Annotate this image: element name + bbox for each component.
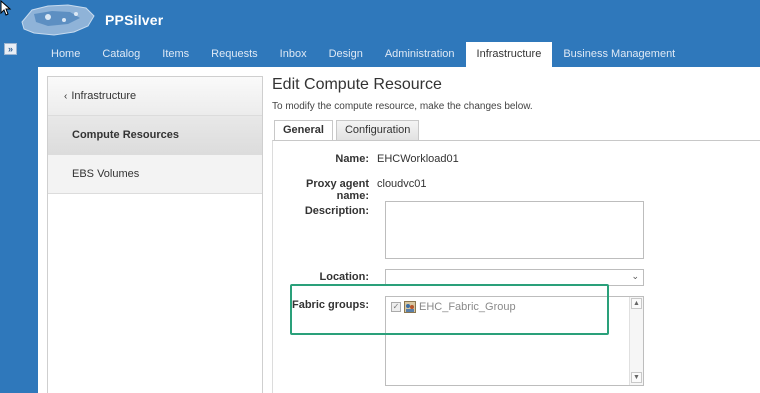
- page-description: To modify the compute resource, make the…: [272, 101, 533, 112]
- location-row: Location:: [273, 271, 377, 283]
- sidebar-item-label: Infrastructure: [71, 90, 137, 102]
- sidebar-item-ebs-volumes[interactable]: EBS Volumes: [48, 155, 262, 194]
- sidebar-item-infrastructure[interactable]: ‹ Infrastructure: [48, 77, 262, 116]
- location-label: Location:: [319, 271, 370, 283]
- brand-logo: [21, 4, 95, 36]
- nav-tab-items[interactable]: Items: [151, 42, 200, 67]
- proxy-agent-value: cloudvc01: [377, 178, 427, 190]
- sidebar-item-compute-resources[interactable]: Compute Resources: [48, 116, 262, 155]
- description-label: Description:: [304, 205, 369, 217]
- nav-tab-home[interactable]: Home: [40, 42, 91, 67]
- name-value: EHCWorkload01: [377, 153, 459, 165]
- chevron-left-icon: ‹: [64, 91, 68, 102]
- expand-sidebar-button[interactable]: »: [4, 43, 17, 55]
- sidebar-item-label: Compute Resources: [72, 129, 179, 141]
- tab-general[interactable]: General: [274, 120, 333, 141]
- nav-tab-design[interactable]: Design: [318, 42, 374, 67]
- nav-tab-business-management[interactable]: Business Management: [552, 42, 686, 67]
- page-title: Edit Compute Resource: [272, 76, 442, 93]
- tab-configuration[interactable]: Configuration: [335, 120, 420, 140]
- nav-tab-catalog[interactable]: Catalog: [91, 42, 151, 67]
- name-label: Name:: [335, 153, 369, 165]
- scrollbar[interactable]: ▲ ▼: [629, 297, 643, 385]
- brand-name[interactable]: PPSilver: [105, 12, 163, 28]
- mouse-cursor-icon: [0, 0, 12, 16]
- form-panel: Name: EHCWorkload01 Proxy agent name: cl…: [272, 140, 760, 393]
- main-nav: Home Catalog Items Requests Inbox Design…: [40, 42, 686, 67]
- sidebar: ‹ Infrastructure Compute Resources EBS Vo…: [47, 76, 263, 393]
- description-row: Description:: [273, 205, 377, 217]
- fabric-groups-highlight: [290, 284, 609, 335]
- left-gutter: [0, 67, 38, 393]
- description-field[interactable]: [385, 201, 644, 259]
- proxy-row: Proxy agent name: cloudvc01: [273, 178, 427, 202]
- form-tabs: General Configuration: [274, 120, 420, 141]
- scroll-up-icon[interactable]: ▲: [631, 298, 642, 309]
- nav-tab-inbox[interactable]: Inbox: [269, 42, 318, 67]
- name-row: Name: EHCWorkload01: [273, 153, 459, 165]
- nav-tab-infrastructure[interactable]: Infrastructure: [465, 42, 553, 67]
- chevron-down-icon: ⌄: [631, 271, 639, 281]
- sidebar-item-label: EBS Volumes: [72, 168, 140, 180]
- proxy-agent-label: Proxy agent name:: [306, 178, 369, 202]
- nav-tab-requests[interactable]: Requests: [200, 42, 268, 67]
- nav-tab-administration[interactable]: Administration: [374, 42, 466, 67]
- main-content: Edit Compute Resource To modify the comp…: [272, 76, 760, 393]
- scroll-down-icon[interactable]: ▼: [631, 372, 642, 383]
